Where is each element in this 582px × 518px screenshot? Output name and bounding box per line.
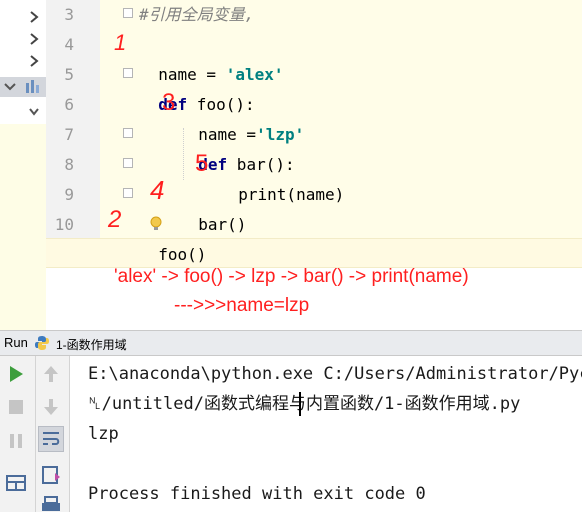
stop-icon[interactable] (5, 396, 27, 418)
fold-marker-icon[interactable] (123, 68, 133, 78)
annotation-number-3: 3 (162, 89, 176, 116)
console-line: ␤/untitled/函数式编程与内置函数/1-函数作用域.py (88, 394, 521, 414)
run-config-name[interactable]: 1-函数作用域 (56, 336, 127, 353)
print-icon[interactable] (40, 496, 62, 518)
bulb-icon[interactable] (149, 216, 163, 236)
line-number: 3 (64, 5, 74, 24)
code-line-7: def bar(): (179, 120, 294, 174)
console-line: E:\anaconda\python.exe C:/Users/Administ… (88, 364, 582, 384)
line-number: 9 (64, 185, 74, 204)
current-line-highlight (46, 238, 582, 268)
chevron-right-icon[interactable] (27, 31, 41, 47)
annotation-chain: 'alex' -> foo() -> lzp -> bar() -> print… (114, 266, 469, 287)
scroll-down-icon[interactable] (40, 396, 62, 418)
line-number: 5 (64, 65, 74, 84)
export-icon[interactable] (40, 464, 62, 486)
line-number: 4 (64, 35, 74, 54)
code-text: print(name) (238, 185, 345, 204)
line-number: 7 (64, 125, 74, 144)
console-line: Process finished with exit code 0 (88, 484, 426, 504)
run-icon[interactable] (5, 363, 27, 385)
run-toolbar (0, 356, 70, 512)
scroll-up-icon[interactable] (40, 363, 62, 385)
annotation-number-5: 5 (195, 150, 209, 177)
code-line-8: print(name) (219, 150, 344, 204)
console-output[interactable]: E:\anaconda\python.exe C:/Users/Administ… (70, 356, 582, 512)
fold-marker-icon[interactable] (123, 128, 133, 138)
code-line-9: bar() (179, 180, 246, 234)
fold-marker-icon[interactable] (123, 158, 133, 168)
code-line-3: #引用全局变量, (139, 0, 254, 30)
soft-wrap-icon[interactable] (38, 426, 64, 452)
text-cursor (299, 392, 301, 416)
code-text: foo() (158, 245, 207, 264)
annotation-number-2: 2 (108, 206, 122, 233)
bar-chart-icon (25, 79, 39, 95)
annotation-number-4: 4 (150, 175, 165, 205)
chevron-right-icon[interactable] (27, 53, 41, 69)
run-panel-header: Run 1-函数作用域 (0, 330, 582, 356)
tree-highlight-area (0, 124, 46, 330)
chevron-down-icon[interactable] (27, 105, 41, 121)
line-number: 6 (64, 95, 74, 114)
chevron-down-icon[interactable] (2, 79, 16, 95)
chevron-right-icon[interactable] (27, 9, 41, 25)
pause-icon[interactable] (5, 430, 27, 452)
line-number: 10 (54, 215, 74, 234)
project-tree-strip (0, 0, 46, 330)
toolbar-divider (35, 356, 36, 512)
code-line-6: name ='lzp' (179, 90, 304, 144)
python-file-icon (34, 335, 50, 355)
line-number: 8 (64, 155, 74, 174)
fold-marker-icon[interactable] (123, 188, 133, 198)
annotation-number-1: 1 (114, 30, 127, 55)
console-line: lzp (88, 424, 119, 444)
code-line-4: name = 'alex' (139, 30, 283, 84)
layout-icon[interactable] (5, 472, 27, 494)
run-tab-label[interactable]: Run (4, 335, 28, 350)
fold-marker-icon[interactable] (123, 8, 133, 18)
code-line-5: def foo(): (139, 60, 254, 114)
annotation-result: --->>>name=lzp (174, 295, 310, 316)
comment-text: #引用全局变量, (139, 5, 255, 24)
